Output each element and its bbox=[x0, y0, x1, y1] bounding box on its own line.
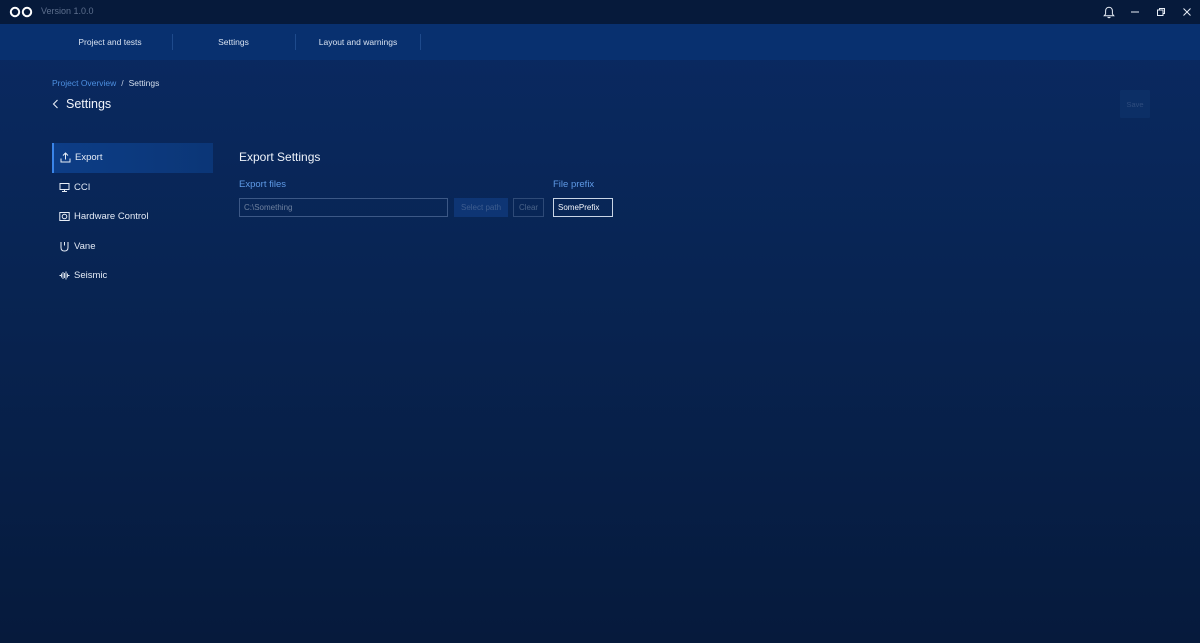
monitor-icon bbox=[59, 182, 70, 192]
export-path-input[interactable]: C:\Something bbox=[239, 198, 448, 217]
file-prefix-label: File prefix bbox=[553, 179, 595, 190]
restore-button[interactable] bbox=[1148, 0, 1174, 24]
nav-tab-layout-and-warnings[interactable]: Layout and warnings bbox=[296, 24, 420, 60]
waveform-icon bbox=[59, 271, 70, 280]
back-button[interactable] bbox=[52, 97, 61, 111]
bell-icon bbox=[1103, 6, 1115, 18]
notifications-button[interactable] bbox=[1096, 0, 1122, 24]
breadcrumb-project-overview[interactable]: Project Overview bbox=[52, 78, 116, 88]
nav-tab-settings[interactable]: Settings bbox=[173, 24, 294, 60]
upload-icon bbox=[60, 152, 71, 163]
breadcrumb-separator: / bbox=[121, 78, 124, 88]
close-icon bbox=[1183, 8, 1191, 16]
sidebar-item-hardware-control[interactable]: Hardware Control bbox=[52, 202, 213, 232]
infinity-logo-icon bbox=[9, 6, 33, 18]
sidebar-item-label: Hardware Control bbox=[74, 211, 149, 223]
camera-icon bbox=[59, 212, 70, 221]
breadcrumb: Project Overview / Settings bbox=[52, 78, 159, 88]
sidebar-item-label: CCI bbox=[74, 181, 91, 193]
top-navigation: Project and tests Settings Layout and wa… bbox=[0, 24, 1200, 60]
close-button[interactable] bbox=[1174, 0, 1200, 24]
sidebar-item-export[interactable]: Export bbox=[52, 143, 213, 173]
select-path-button[interactable]: Select path bbox=[454, 198, 508, 217]
page-header: Settings bbox=[52, 97, 111, 111]
nav-divider bbox=[420, 34, 421, 50]
file-prefix-input[interactable]: SomePrefix bbox=[553, 198, 613, 217]
title-bar: Version 1.0.0 bbox=[0, 0, 1200, 24]
sidebar-item-seismic[interactable]: Seismic bbox=[52, 261, 213, 291]
clear-button[interactable]: Clear bbox=[513, 198, 544, 217]
sidebar-item-label: Vane bbox=[74, 240, 96, 252]
page-title: Settings bbox=[66, 97, 112, 111]
nav-tab-project-and-tests[interactable]: Project and tests bbox=[49, 24, 171, 60]
minimize-icon bbox=[1131, 11, 1139, 13]
sidebar-item-cci[interactable]: CCI bbox=[52, 173, 213, 203]
shield-icon bbox=[60, 241, 69, 252]
minimize-button[interactable] bbox=[1122, 0, 1148, 24]
sidebar-item-vane[interactable]: Vane bbox=[52, 232, 213, 262]
section-title: Export Settings bbox=[239, 150, 321, 164]
version-label: Version 1.0.0 bbox=[41, 6, 94, 16]
export-files-label: Export files bbox=[239, 179, 286, 190]
sidebar-item-label: Export bbox=[75, 152, 103, 164]
sidebar-item-label: Seismic bbox=[74, 270, 108, 282]
save-button[interactable]: Save bbox=[1120, 90, 1150, 118]
breadcrumb-current: Settings bbox=[128, 78, 160, 88]
restore-icon bbox=[1157, 8, 1165, 16]
chevron-left-icon bbox=[52, 99, 58, 109]
settings-sidebar: Export CCI Hardware Control Vane Seismic bbox=[52, 143, 213, 291]
